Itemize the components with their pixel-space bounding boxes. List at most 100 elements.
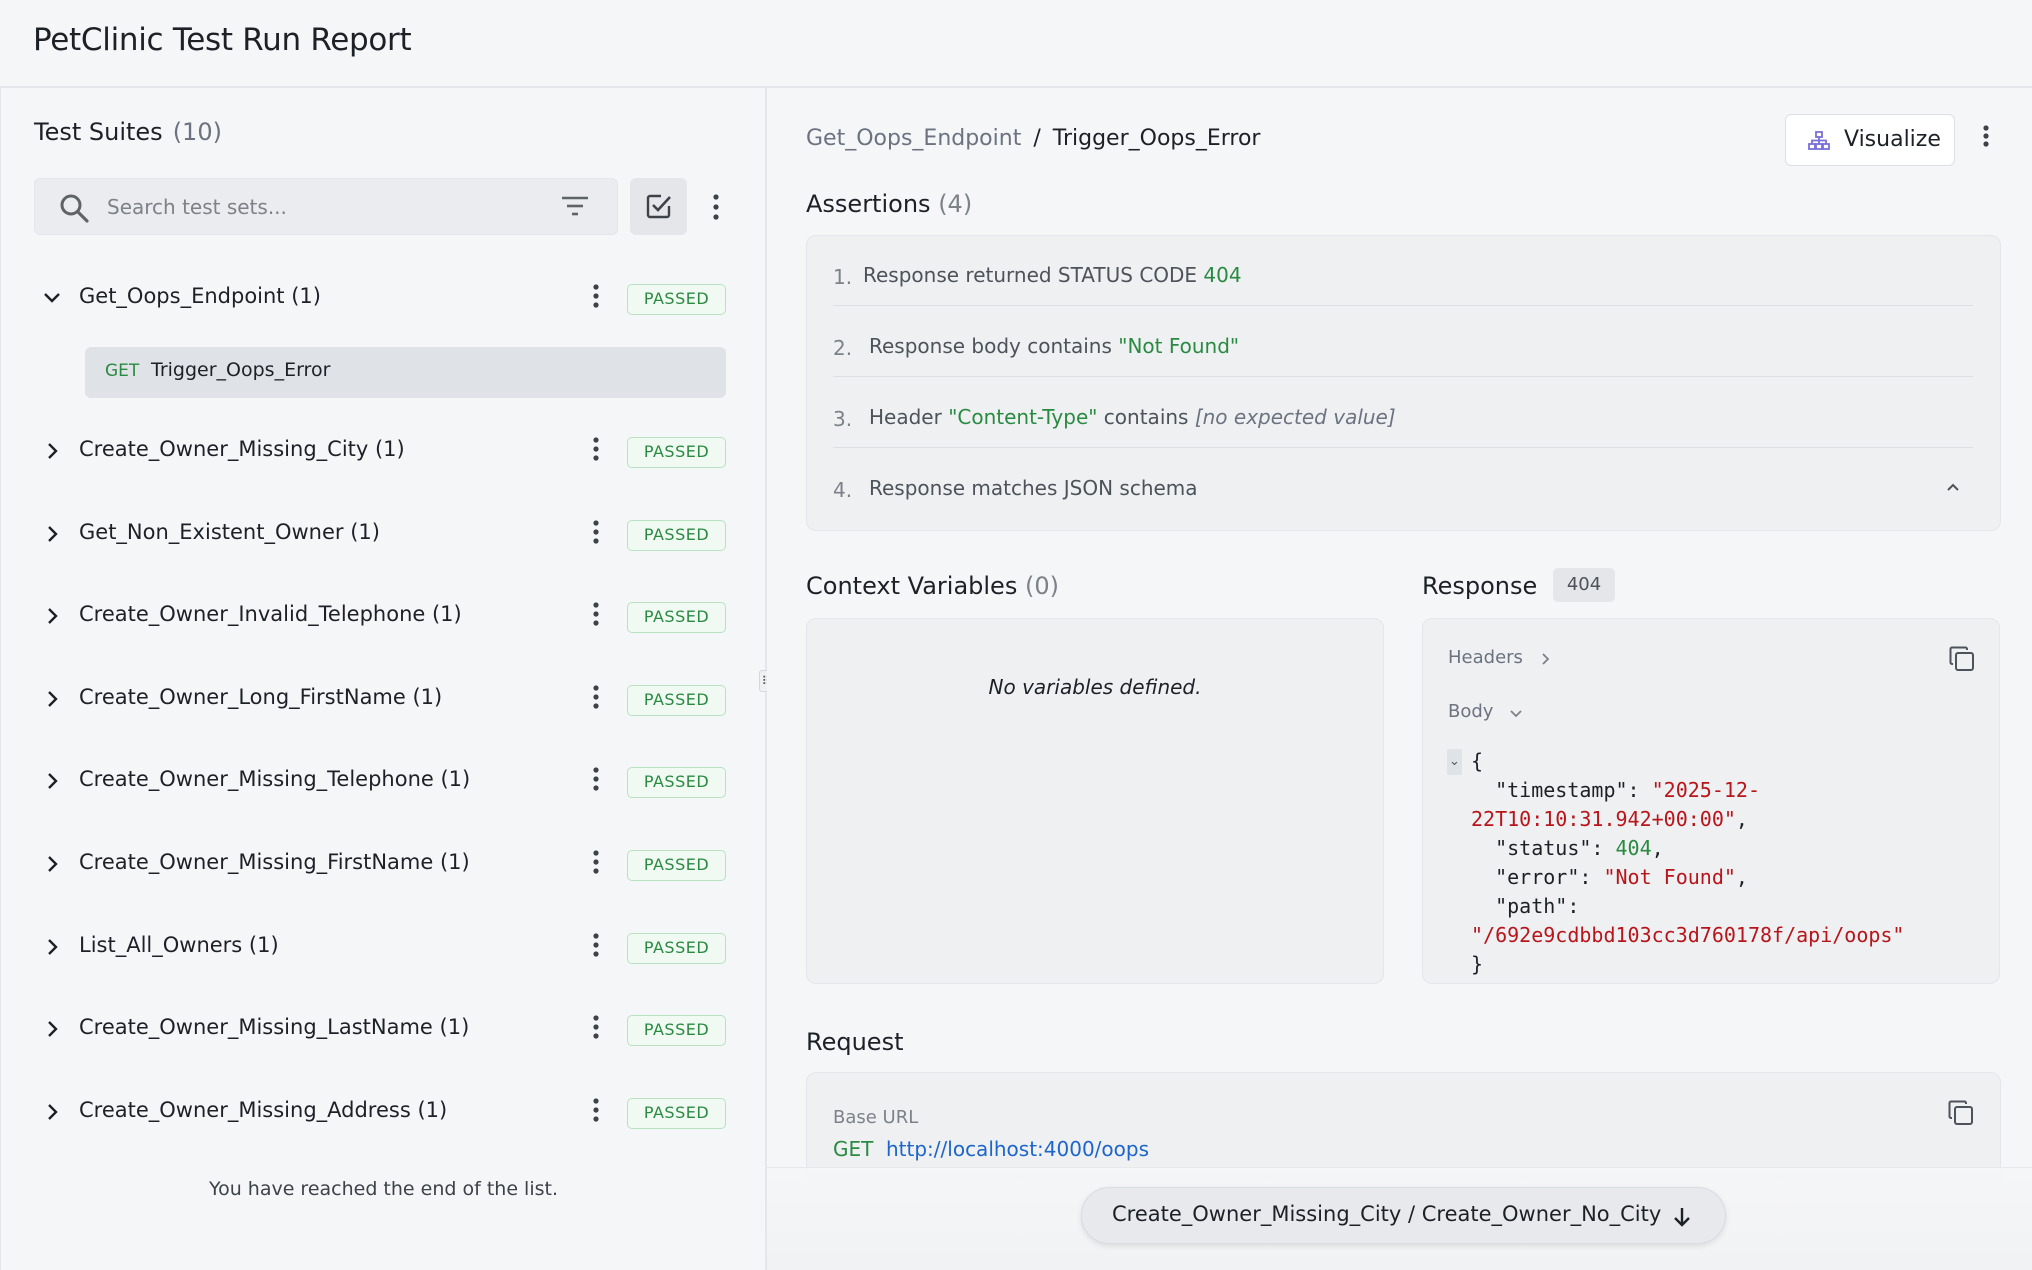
- suite-item[interactable]: Create_Owner_Missing_Address (1) PASSED: [34, 1084, 726, 1140]
- chevron-right-icon[interactable]: [42, 689, 62, 709]
- test-name: Trigger_Oops_Error: [151, 359, 331, 381]
- kebab-icon[interactable]: [1978, 124, 1994, 154]
- status-badge: PASSED: [627, 1015, 726, 1046]
- suite-name: Create_Owner_Missing_FirstName (1): [79, 850, 470, 874]
- suite-name: Create_Owner_Missing_LastName (1): [79, 1015, 470, 1039]
- assertion-number: 4.: [833, 478, 853, 502]
- suite-item[interactable]: Get_Oops_Endpoint (1) PASSED: [34, 270, 726, 326]
- assertion-text: Header "Content-Type" contains [no expec…: [869, 405, 1396, 429]
- assertion-text: Response body contains "Not Found": [869, 334, 1240, 358]
- checkbox-icon: [646, 194, 671, 219]
- status-badge: PASSED: [627, 685, 726, 716]
- response-body-json: { "timestamp": "2025-12- 22T10:10:31.942…: [1471, 749, 1905, 976]
- context-variables-count: (0): [1024, 572, 1059, 600]
- chevron-down-icon[interactable]: [1509, 708, 1523, 720]
- headers-toggle[interactable]: Headers: [1448, 647, 1523, 668]
- kebab-icon[interactable]: [588, 518, 604, 548]
- response-status-badge: 404: [1553, 568, 1615, 602]
- jump-to-next-label: Create_Owner_Missing_City / Create_Owner…: [1112, 1202, 1662, 1226]
- breadcrumb-suite[interactable]: Get_Oops_Endpoint: [806, 126, 1021, 151]
- suite-name: Create_Owner_Long_FirstName (1): [79, 685, 443, 709]
- search-input[interactable]: [107, 191, 547, 223]
- suite-item[interactable]: Create_Owner_Missing_Telephone (1) PASSE…: [34, 753, 726, 809]
- visualize-button[interactable]: Visualize: [1785, 114, 1955, 166]
- chevron-right-icon[interactable]: [1539, 652, 1551, 666]
- assertion-text: Response matches JSON schema: [869, 476, 1198, 500]
- chevron-right-icon[interactable]: [42, 771, 62, 791]
- assertion-row[interactable]: 4. Response matches JSON schema: [833, 449, 1973, 519]
- kebab-icon[interactable]: [588, 282, 604, 312]
- context-variables-heading: Context Variables (0): [806, 572, 1059, 600]
- kebab-icon[interactable]: [588, 1013, 604, 1043]
- assertion-number: 1.: [833, 265, 853, 289]
- response-box: Headers Body ⌄ { "timestamp": "2025-12- …: [1422, 618, 2000, 984]
- status-badge: PASSED: [627, 602, 726, 633]
- suite-item[interactable]: Create_Owner_Missing_City (1) PASSED: [34, 423, 726, 479]
- kebab-icon[interactable]: [588, 600, 604, 630]
- kebab-icon[interactable]: [588, 1096, 604, 1126]
- suite-item[interactable]: List_All_Owners (1) PASSED: [34, 919, 726, 975]
- chevron-down-icon[interactable]: [42, 288, 62, 308]
- kebab-icon[interactable]: [588, 931, 604, 961]
- status-badge: PASSED: [627, 933, 726, 964]
- test-suites-panel: Test Suites (10) Get_Oops_Endpoint (1) PA…: [0, 88, 765, 1270]
- status-badge: PASSED: [627, 767, 726, 798]
- breadcrumb-test: Trigger_Oops_Error: [1052, 126, 1261, 151]
- assertion-row: 2. Response body contains "Not Found": [833, 307, 1973, 377]
- assertion-text: Response returned STATUS CODE 404: [863, 263, 1242, 287]
- fold-toggle[interactable]: ⌄: [1447, 749, 1462, 775]
- visualize-label: Visualize: [1844, 127, 1941, 152]
- app-header: PetClinic Test Run Report: [0, 0, 2032, 88]
- suite-name: Get_Oops_Endpoint (1): [79, 284, 321, 308]
- kebab-icon[interactable]: [588, 765, 604, 795]
- chevron-right-icon[interactable]: [42, 1102, 62, 1122]
- chevron-up-icon[interactable]: [1945, 481, 1961, 493]
- chevron-right-icon[interactable]: [42, 441, 62, 461]
- jump-to-next-button[interactable]: Create_Owner_Missing_City / Create_Owner…: [1081, 1187, 1726, 1244]
- request-method: GET: [833, 1137, 874, 1161]
- base-url-label: Base URL: [833, 1107, 919, 1128]
- suite-name: Create_Owner_Missing_City (1): [79, 437, 405, 461]
- test-suites-count: (10): [172, 118, 222, 146]
- suite-item[interactable]: Create_Owner_Missing_FirstName (1) PASSE…: [34, 836, 726, 892]
- request-title: Request: [806, 1028, 904, 1056]
- chevron-right-icon[interactable]: [42, 1019, 62, 1039]
- assertions-count: (4): [938, 190, 973, 218]
- chevron-right-icon[interactable]: [42, 606, 62, 626]
- arrow-down-icon: [1674, 1208, 1690, 1227]
- response-title: Response: [1422, 572, 1538, 600]
- test-suites-title: Test Suites: [34, 118, 163, 146]
- assertion-number: 3.: [833, 407, 853, 431]
- suite-name: Create_Owner_Invalid_Telephone (1): [79, 602, 462, 626]
- status-badge: PASSED: [627, 437, 726, 468]
- chevron-right-icon[interactable]: [42, 937, 62, 957]
- assertions-heading: Assertions (4): [806, 190, 972, 218]
- suite-item[interactable]: Create_Owner_Invalid_Telephone (1) PASSE…: [34, 588, 726, 644]
- kebab-icon[interactable]: [588, 848, 604, 878]
- select-mode-button[interactable]: [630, 178, 687, 235]
- copy-icon[interactable]: [1947, 1099, 1975, 1127]
- http-method: GET: [105, 361, 140, 381]
- kebab-icon[interactable]: [704, 192, 728, 222]
- suite-item[interactable]: Create_Owner_Missing_LastName (1) PASSED: [34, 1001, 726, 1057]
- hierarchy-icon: [1808, 131, 1830, 150]
- context-variables-box: No variables defined.: [806, 618, 1384, 984]
- filter-icon[interactable]: [561, 195, 589, 217]
- copy-icon[interactable]: [1948, 645, 1976, 673]
- suite-item[interactable]: Create_Owner_Long_FirstName (1) PASSED: [34, 671, 726, 727]
- kebab-icon[interactable]: [588, 683, 604, 713]
- assertion-row: 3. Header "Content-Type" contains [no ex…: [833, 378, 1973, 448]
- search-box[interactable]: [34, 178, 618, 235]
- assertion-number: 2.: [833, 336, 853, 360]
- status-badge: PASSED: [627, 284, 726, 315]
- test-item-selected[interactable]: GET Trigger_Oops_Error: [85, 347, 726, 398]
- request-url-link[interactable]: http://localhost:4000/oops: [886, 1137, 1149, 1161]
- app-title: PetClinic Test Run Report: [33, 22, 412, 58]
- chevron-right-icon[interactable]: [42, 854, 62, 874]
- suite-item[interactable]: Get_Non_Existent_Owner (1) PASSED: [34, 506, 726, 562]
- test-detail-panel: Get_Oops_Endpoint / Trigger_Oops_Error Vis…: [767, 88, 2032, 1270]
- chevron-right-icon[interactable]: [42, 524, 62, 544]
- kebab-icon[interactable]: [588, 435, 604, 465]
- body-toggle[interactable]: Body: [1448, 701, 1493, 722]
- assertion-row: 1. Response returned STATUS CODE 404: [833, 236, 1973, 306]
